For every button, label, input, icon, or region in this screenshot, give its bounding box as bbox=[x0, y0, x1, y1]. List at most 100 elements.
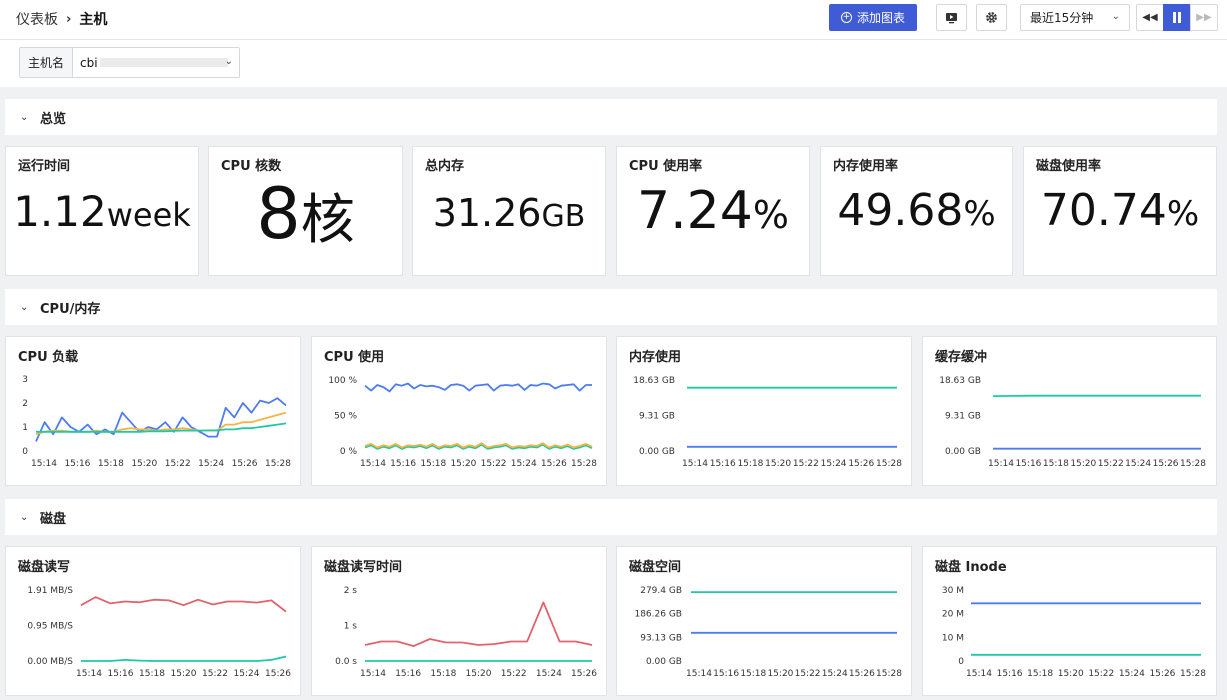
x-tick-label: 15:16 bbox=[710, 459, 736, 469]
chart-disk-rw: 磁盘读写 0.00 MB/S 0.95 MB/S 1.91 MB/S 15:14 15:… bbox=[5, 546, 301, 696]
filter-bar: 主机名 cbi ⌄ bbox=[0, 40, 1227, 87]
x-tick-label: 15:22 bbox=[1088, 669, 1114, 679]
section-overview[interactable]: ⌄ 总览 bbox=[5, 99, 1217, 135]
y-tick-label: 0 % bbox=[340, 447, 358, 457]
stat-value: 1.12 bbox=[13, 187, 107, 236]
y-tick-label: 1.91 MB/S bbox=[27, 586, 73, 596]
series-line-1 bbox=[81, 655, 287, 662]
y-tick-label: 0.95 MB/S bbox=[27, 622, 73, 632]
pause-icon bbox=[1173, 12, 1181, 23]
y-tick-label: 9.31 GB bbox=[639, 412, 675, 422]
y-tick-label: 0 bbox=[22, 447, 28, 457]
stat-unit: % bbox=[1166, 194, 1200, 234]
time-range-value: 最近15分钟 bbox=[1030, 11, 1094, 25]
stat-value: 31.26 bbox=[432, 191, 542, 235]
y-tick-label: 50 % bbox=[334, 412, 357, 422]
y-tick-label: 186.26 GB bbox=[634, 610, 682, 620]
x-tick-label: 15:26 bbox=[541, 459, 567, 469]
series-line-0 bbox=[80, 596, 287, 613]
x-tick-label: 15:24 bbox=[198, 459, 224, 469]
y-tick-label: 93.13 GB bbox=[640, 633, 682, 643]
x-tick-label: 15:24 bbox=[822, 669, 848, 679]
x-tick-label: 15:22 bbox=[481, 459, 507, 469]
stat-label: 运行时间 bbox=[18, 159, 71, 174]
x-tick-label: 15:28 bbox=[265, 459, 291, 469]
chevron-right-icon: › bbox=[66, 11, 72, 27]
stat-label: CPU 使用率 bbox=[629, 159, 703, 174]
x-tick-label: 15:14 bbox=[988, 459, 1014, 469]
section-disk[interactable]: ⌄ 磁盘 bbox=[5, 499, 1217, 535]
y-tick-label: 18.63 GB bbox=[939, 376, 981, 386]
stat-uptime: 运行时间 1.12week bbox=[5, 146, 199, 276]
add-chart-button[interactable]: + 添加图表 bbox=[829, 4, 917, 31]
hostname-label: 主机名 bbox=[20, 48, 73, 77]
x-tick-label: 15:18 bbox=[737, 459, 763, 469]
add-chart-label: 添加图表 bbox=[856, 11, 905, 25]
stat-unit: GB bbox=[541, 199, 586, 234]
x-tick-label: 15:28 bbox=[571, 459, 597, 469]
x-tick-label: 15:22 bbox=[793, 459, 819, 469]
x-tick-label: 15:22 bbox=[202, 669, 228, 679]
x-tick-label: 15:14 bbox=[686, 669, 712, 679]
disk-rw-chart: 0.00 MB/S 0.95 MB/S 1.91 MB/S 15:14 15:16 15:… bbox=[27, 586, 291, 679]
x-tick-label: 15:28 bbox=[1180, 459, 1206, 469]
stat-unit: week bbox=[106, 196, 191, 234]
stat-label: 总内存 bbox=[425, 159, 465, 174]
fast-forward-icon: ▶▶ bbox=[1196, 12, 1212, 23]
stat-value: 7.24 bbox=[637, 181, 753, 241]
chart-cpu-usage: CPU 使用 0 % 50 % 100 % 15:14 15:16 15:18 15:20 1… bbox=[311, 336, 607, 486]
y-tick-label: 0.00 GB bbox=[646, 657, 682, 667]
x-tick-label: 15:18 bbox=[139, 669, 165, 679]
x-tick-label: 15:22 bbox=[501, 669, 527, 679]
x-tick-label: 15:26 bbox=[232, 459, 258, 469]
memory-usage-chart: 0.00 GB9.31 GB18.63 GB15:14 15:16 15:18 15:… bbox=[633, 376, 902, 469]
settings-button[interactable] bbox=[976, 4, 1007, 31]
breadcrumb-current: 主机 bbox=[79, 12, 108, 28]
y-tick-label: 10 M bbox=[942, 633, 964, 643]
y-tick-label: 30 M bbox=[942, 586, 964, 596]
x-tick-label: 15:18 bbox=[98, 459, 124, 469]
x-tick-label: 15:24 bbox=[234, 669, 260, 679]
stat-cpu-usage: CPU 使用率 7.24% bbox=[616, 146, 810, 276]
stat-memory-usage: 内存使用率 49.68% bbox=[820, 146, 1013, 276]
disk-space-chart: 0.00 GB93.13 GB186.26 GB279.4 GB15:14 15:… bbox=[634, 586, 902, 679]
x-tick-label: 15:20 bbox=[450, 459, 476, 469]
breadcrumb: 仪表板 › 主机 bbox=[16, 9, 107, 29]
x-tick-label: 15:16 bbox=[1015, 459, 1041, 469]
x-tick-label: 15:28 bbox=[876, 669, 902, 679]
stat-unit: % bbox=[963, 194, 996, 234]
breadcrumb-root[interactable]: 仪表板 bbox=[16, 9, 58, 29]
time-range-select[interactable]: 最近15分钟 ⌄ bbox=[1020, 4, 1130, 31]
tv-mode-button[interactable] bbox=[936, 4, 967, 31]
stat-unit: % bbox=[752, 193, 789, 237]
chevron-down-icon: ⌄ bbox=[20, 301, 29, 313]
x-tick-label: 15:16 bbox=[390, 459, 416, 469]
section-cpu-mem[interactable]: ⌄ CPU/内存 bbox=[5, 289, 1217, 325]
tv-icon bbox=[946, 12, 957, 23]
x-tick-label: 15:16 bbox=[64, 459, 90, 469]
x-tick-label: 15:18 bbox=[1043, 459, 1069, 469]
chevron-down-icon: ⌄ bbox=[1111, 11, 1120, 22]
rewind-button[interactable]: ◀◀ bbox=[1136, 4, 1164, 31]
y-tick-label: 20 M bbox=[942, 610, 964, 620]
series-line-0 bbox=[364, 382, 592, 393]
chevron-down-icon: ⌄ bbox=[20, 111, 29, 123]
chart-cpu-load: CPU 负载 0 1 2 3 15:14 15:16 15:18 15:20 15:22 15:2… bbox=[5, 336, 301, 486]
rewind-icon: ◀◀ bbox=[1142, 12, 1158, 23]
x-tick-label: 15:22 bbox=[1098, 459, 1124, 469]
hostname-redacted bbox=[99, 58, 228, 67]
y-tick-label: 2 bbox=[22, 399, 28, 409]
fast-forward-button[interactable]: ▶▶ bbox=[1190, 4, 1218, 31]
x-tick-label: 15:26 bbox=[265, 669, 291, 679]
section-title: 总览 bbox=[40, 111, 67, 127]
hostname-select[interactable]: 主机名 cbi ⌄ bbox=[19, 47, 240, 78]
stat-label: 内存使用率 bbox=[833, 159, 899, 174]
chart-disk-rw-time: 磁盘读写时间 0.0 s1 s2 s 15:14 15:16 15:18 15:20 15… bbox=[311, 546, 607, 696]
chart-disk-inode: 磁盘 Inode 0 10 M 20 M 30 M 15:14 15:16 15:18 15:… bbox=[922, 546, 1217, 696]
x-tick-label: 15:20 bbox=[1058, 669, 1084, 679]
x-tick-label: 15:26 bbox=[1149, 669, 1175, 679]
stat-disk-usage: 磁盘使用率 70.74% bbox=[1023, 146, 1217, 276]
pause-button[interactable] bbox=[1163, 4, 1191, 31]
section-title: CPU/内存 bbox=[40, 301, 101, 317]
x-tick-label: 15:20 bbox=[466, 669, 492, 679]
